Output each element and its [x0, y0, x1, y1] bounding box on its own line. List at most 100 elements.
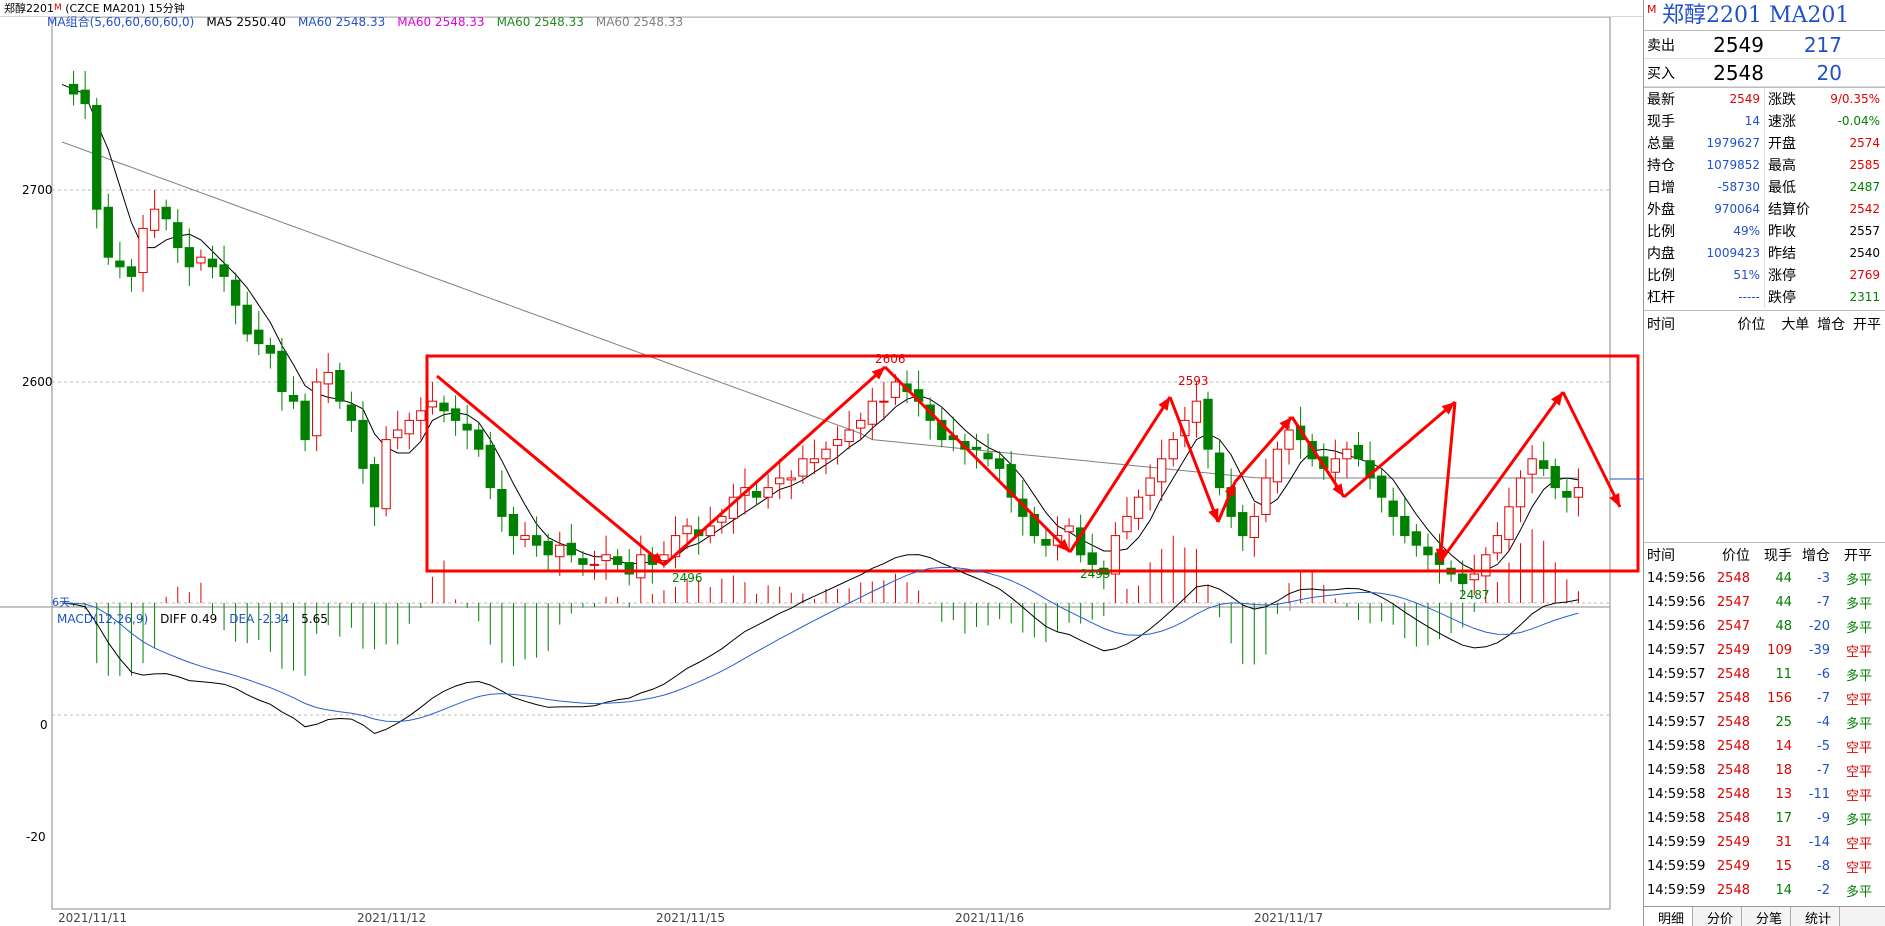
tick-type: 空平 [1845, 836, 1872, 852]
quote-row: 速涨 -0.04% [1765, 110, 1884, 132]
quote-label: 杠杆 [1647, 290, 1675, 306]
ma5-line [61, 83, 1579, 571]
candle-body [1122, 515, 1132, 533]
candle-body [879, 400, 889, 403]
candle-body [1041, 538, 1051, 546]
tick-time: 14:59:59 [1647, 882, 1706, 898]
candle-body [311, 381, 322, 437]
tick-volume: 13 [1775, 786, 1792, 802]
big-col-price: 价位 [1737, 316, 1766, 333]
tick-oi-change: -3 [1817, 570, 1830, 586]
candle-body [254, 329, 264, 345]
quote-row: 最高 2585 [1765, 154, 1884, 176]
candle-body [531, 535, 542, 546]
trend-arrow [662, 365, 887, 567]
tick-time: 14:59:58 [1647, 786, 1706, 802]
candle-body [404, 419, 414, 435]
tick-col-price: 价位 [1722, 547, 1750, 564]
candle-body [751, 490, 762, 498]
tick-row[interactable]: 14:59:58 2548 14 -5 空平 [1644, 734, 1885, 758]
tick-row[interactable]: 14:59:57 2548 11 -6 多平 [1644, 662, 1885, 686]
tick-row[interactable]: 14:59:58 2548 18 -7 空平 [1644, 758, 1885, 782]
quote-label: 开盘 [1768, 136, 1796, 152]
tick-row[interactable]: 14:59:56 2547 44 -7 多平 [1644, 590, 1885, 614]
tick-time: 14:59:57 [1647, 666, 1706, 682]
tick-volume: 15 [1775, 858, 1792, 874]
candle-body [1249, 515, 1259, 539]
tick-type: 多平 [1845, 812, 1872, 828]
tick-row[interactable]: 14:59:58 2548 17 -9 多平 [1644, 806, 1885, 830]
tick-row[interactable]: 14:59:57 2548 25 -4 多平 [1644, 710, 1885, 734]
tick-type: 空平 [1845, 740, 1872, 756]
tick-oi-change: -8 [1817, 858, 1830, 874]
big-order-list[interactable] [1644, 336, 1885, 542]
quote-value: 2585 [1849, 158, 1880, 172]
tick-type: 多平 [1845, 620, 1872, 636]
quote-label: 现手 [1647, 114, 1675, 130]
quote-row: 持仓 1079852 [1644, 154, 1764, 176]
candle-body [856, 419, 866, 429]
candle-body [1492, 535, 1503, 554]
candle-body [1539, 460, 1549, 469]
quote-label: 比例 [1647, 224, 1675, 240]
quote-label: 跌停 [1768, 290, 1796, 306]
candle-body [520, 535, 530, 540]
tab-price-dist[interactable]: 分价 [1693, 907, 1743, 926]
big-col-big: 大单 [1781, 316, 1810, 333]
tick-oi-change: -7 [1817, 690, 1830, 706]
tick-header: 时间 价位 现手 增仓 开平 [1644, 542, 1885, 566]
candle-body [115, 260, 125, 268]
tick-row[interactable]: 14:59:59 2549 31 -14 空平 [1644, 830, 1885, 854]
ask-row[interactable]: 卖出 2549 217 [1644, 31, 1885, 59]
ask-volume: 217 [1803, 32, 1842, 57]
candle-body [474, 429, 484, 450]
tick-row[interactable]: 14:59:56 2548 44 -3 多平 [1644, 566, 1885, 590]
tick-volume: 18 [1775, 762, 1792, 778]
panel-tabs: 明细 分价 分笔 统计 [1644, 906, 1885, 926]
quote-row: 涨跌 9/0.35% [1765, 88, 1884, 110]
tick-price: 2549 [1716, 642, 1750, 658]
tick-type: 空平 [1845, 764, 1872, 780]
price-annotation: 2499 [1080, 567, 1111, 581]
tick-row[interactable]: 14:59:57 2548 156 -7 空平 [1644, 686, 1885, 710]
tick-row[interactable]: 14:59:56 2547 48 -20 多平 [1644, 614, 1885, 638]
candle-body [1342, 448, 1352, 460]
candle-body [578, 558, 588, 565]
candle-body [1191, 400, 1202, 423]
tab-detail[interactable]: 明细 [1644, 907, 1694, 926]
tick-oi-change: -9 [1817, 810, 1830, 826]
trend-arrow-head [1208, 508, 1219, 522]
tick-list[interactable]: 14:59:56 2548 44 -3 多平 14:59:56 2547 44 -7 多平 14:5… [1644, 566, 1885, 926]
tick-oi-change: -14 [1808, 834, 1830, 850]
quote-row: 总量 1979627 [1644, 132, 1764, 154]
macd-value: 5.65 [301, 612, 328, 626]
tick-type: 多平 [1845, 668, 1872, 684]
tab-stats[interactable]: 统计 [1791, 907, 1841, 926]
big-col-time: 时间 [1647, 316, 1675, 333]
macd-name[interactable]: MACD(12,26,9) [57, 612, 148, 626]
tick-row[interactable]: 14:59:57 2549 109 -39 空平 [1644, 638, 1885, 662]
candle-body [381, 439, 391, 510]
tick-time: 14:59:57 [1647, 690, 1706, 706]
tick-time: 14:59:59 [1647, 858, 1706, 874]
tick-row[interactable]: 14:59:59 2549 15 -8 空平 [1644, 854, 1885, 878]
candle-body [589, 563, 600, 566]
candle-body [358, 419, 368, 469]
bid-row[interactable]: 买入 2548 20 [1644, 59, 1885, 87]
tick-price: 2548 [1716, 690, 1750, 706]
tick-col-vol: 现手 [1764, 547, 1792, 564]
macd-y-tick-neg20: -20 [26, 830, 46, 844]
tick-row[interactable]: 14:59:58 2548 13 -11 空平 [1644, 782, 1885, 806]
tab-trades[interactable]: 分笔 [1742, 907, 1792, 926]
tick-price: 2548 [1716, 882, 1750, 898]
tick-row[interactable]: 14:59:59 2548 14 -2 多平 [1644, 878, 1885, 902]
tick-volume: 48 [1775, 618, 1792, 634]
candlestick-chart[interactable]: 260625932496 24992487 [0, 17, 1643, 926]
days-label: 6天 [52, 596, 70, 609]
tick-volume: 156 [1767, 690, 1792, 706]
quote-label: 最低 [1768, 180, 1796, 196]
quote-value: 1009423 [1706, 246, 1760, 260]
tick-time: 14:59:56 [1647, 570, 1706, 586]
candle-body [1203, 398, 1213, 450]
quote-value: 14 [1744, 114, 1760, 128]
